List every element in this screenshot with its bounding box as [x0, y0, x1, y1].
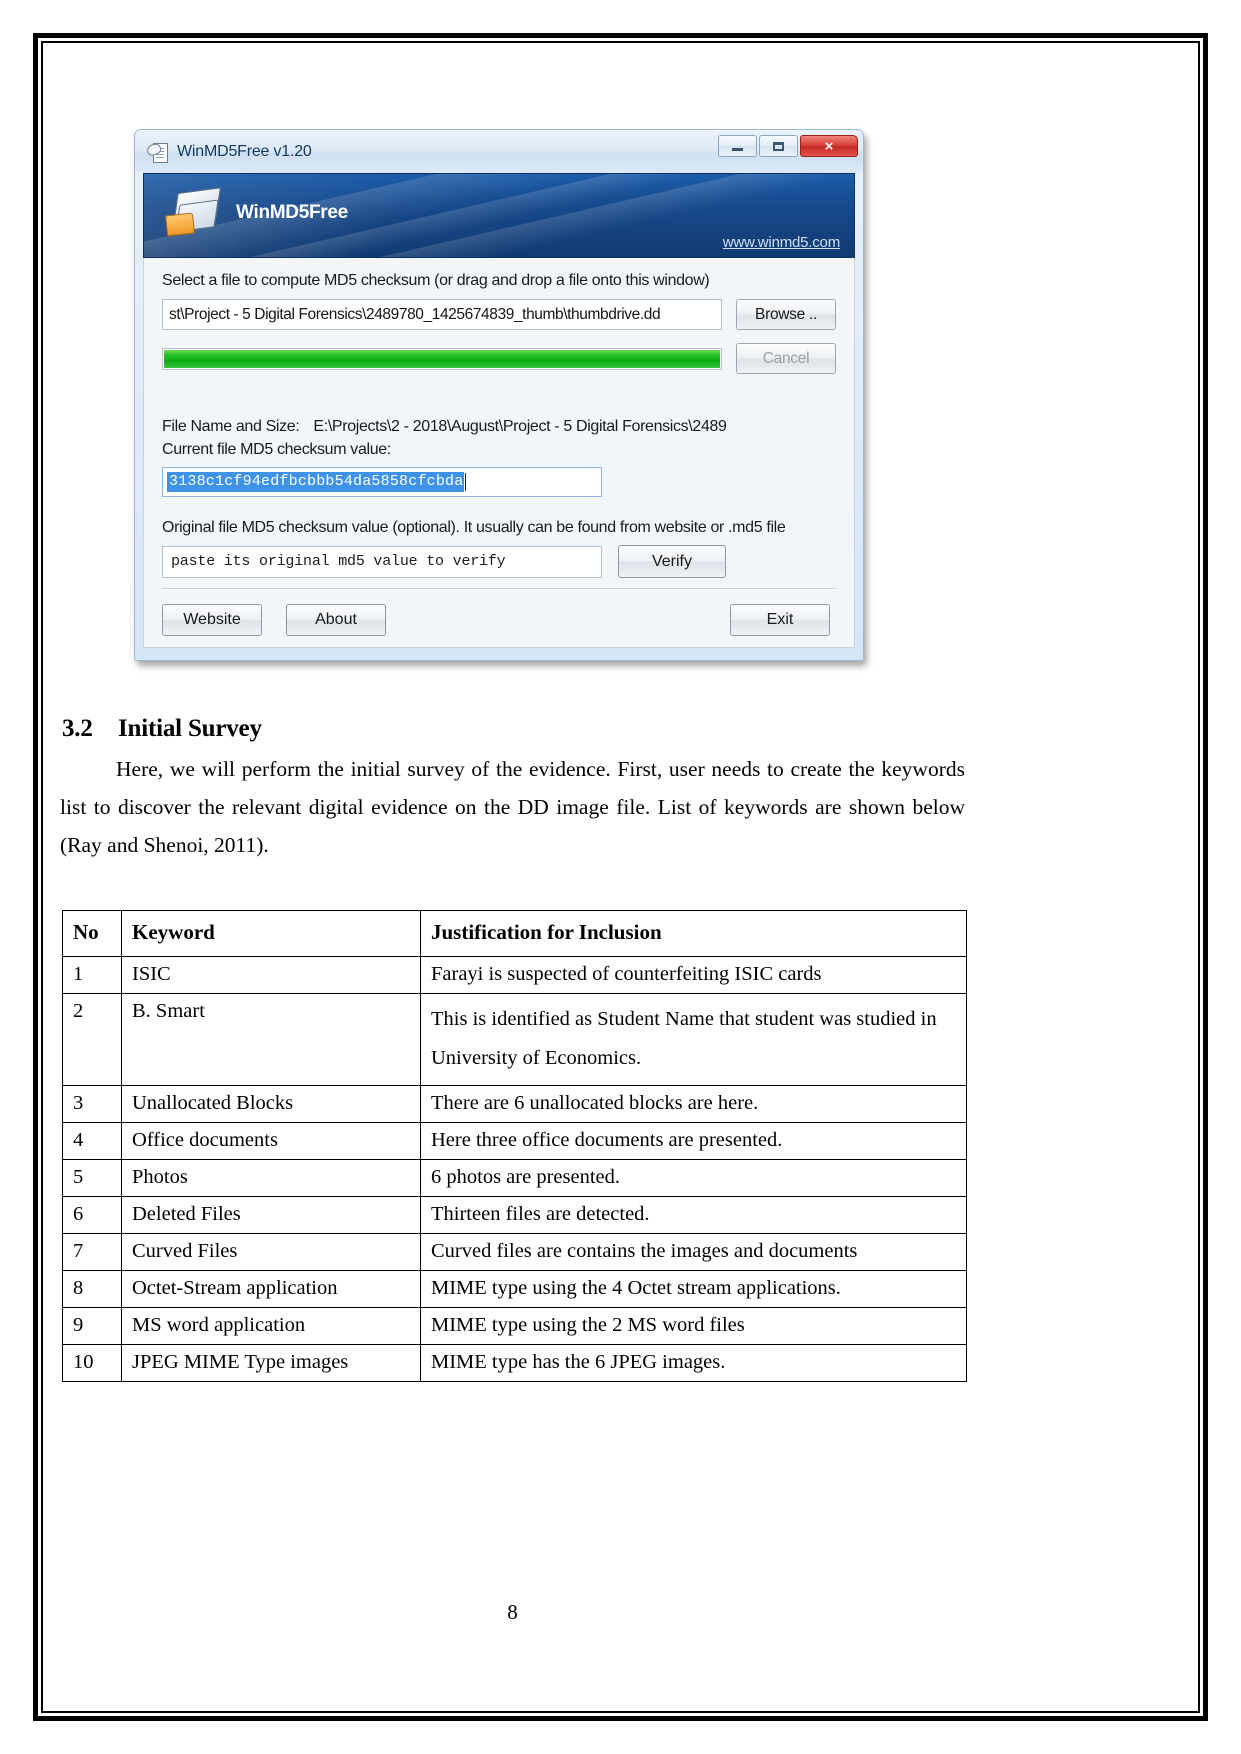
verify-button[interactable]: Verify — [618, 545, 726, 578]
section-number: 3.2 — [62, 715, 93, 742]
table-row: 9 MS word application MIME type using th… — [62, 1307, 967, 1345]
file-info-row: File Name and Size: E:\Projects\2 - 2018… — [162, 418, 836, 436]
table-row: 2 B. Smart This is identified as Student… — [62, 993, 967, 1086]
cell-keyword: MS word application — [121, 1307, 421, 1345]
column-header-keyword: Keyword — [121, 910, 421, 957]
cell-no: 9 — [62, 1307, 122, 1345]
column-header-justification: Justification for Inclusion — [420, 910, 967, 957]
cell-keyword: ISIC — [121, 956, 421, 994]
cell-keyword: B. Smart — [121, 993, 421, 1086]
cell-no: 4 — [62, 1122, 122, 1160]
verify-button-label: Verify — [651, 552, 692, 570]
cell-keyword: Curved Files — [121, 1233, 421, 1271]
maximize-icon[interactable] — [759, 135, 798, 157]
cell-no: 10 — [62, 1344, 122, 1382]
footer-button-row: Website About Exit — [162, 604, 836, 636]
browse-button-label: Browse .. — [755, 305, 817, 323]
close-icon[interactable]: × — [800, 135, 858, 157]
table-row: 8 Octet-Stream application MIME type usi… — [62, 1270, 967, 1308]
progress-row: Cancel — [162, 343, 836, 374]
about-button-label: About — [315, 611, 357, 628]
winmd5free-window: WinMD5Free v1.20 × WinMD5Free www.winmd5… — [134, 129, 864, 661]
about-button[interactable]: About — [286, 604, 386, 636]
select-file-label: Select a file to compute MD5 checksum (o… — [162, 272, 710, 289]
page-number: 8 — [507, 1600, 518, 1624]
app-document-icon — [145, 141, 169, 163]
table-row: 10 JPEG MIME Type images MIME type has t… — [62, 1344, 967, 1382]
cell-justification: Here three office documents are presente… — [420, 1122, 967, 1160]
original-md5-label: Original file MD5 checksum value (option… — [162, 519, 786, 536]
cell-justification: MIME type has the 6 JPEG images. — [420, 1344, 967, 1382]
app-banner: WinMD5Free www.winmd5.com — [143, 173, 855, 258]
text-caret — [465, 473, 467, 491]
cell-no: 8 — [62, 1270, 122, 1308]
cell-no: 2 — [62, 993, 122, 1086]
cell-no: 6 — [62, 1196, 122, 1234]
section-heading: 3.2 Initial Survey — [62, 715, 262, 743]
winmd5-logo-icon — [164, 186, 222, 242]
column-header-no: No — [62, 910, 122, 957]
cell-no: 7 — [62, 1233, 122, 1271]
table-body: 1 ISIC Farayi is suspected of counterfei… — [62, 956, 967, 1382]
cell-keyword: Office documents — [121, 1122, 421, 1160]
table-row: 3 Unallocated Blocks There are 6 unalloc… — [62, 1085, 967, 1123]
cell-justification: There are 6 unallocated blocks are here. — [420, 1085, 967, 1123]
cell-justification: Thirteen files are detected. — [420, 1196, 967, 1234]
page-content: WinMD5Free v1.20 × WinMD5Free www.winmd5… — [60, 60, 1181, 1694]
banner-product-name: WinMD5Free — [236, 202, 348, 223]
file-path-input[interactable]: st\Project - 5 Digital Forensics\2489780… — [162, 299, 722, 330]
cell-no: 5 — [62, 1159, 122, 1197]
progress-bar-track — [162, 347, 722, 370]
window-titlebar: WinMD5Free v1.20 × — [135, 130, 863, 173]
table-row: 7 Curved Files Curved files are contains… — [62, 1233, 967, 1271]
cell-no: 1 — [62, 956, 122, 994]
cell-keyword: Unallocated Blocks — [121, 1085, 421, 1123]
website-button[interactable]: Website — [162, 604, 262, 636]
cell-keyword: Octet-Stream application — [121, 1270, 421, 1308]
current-md5-value: 3138c1cf94edfbcbbb54da5858cfcbda — [167, 472, 465, 492]
current-md5-label: Current file MD5 checksum value: — [162, 441, 391, 458]
section-title: Initial Survey — [118, 715, 262, 742]
table-row: 5 Photos 6 photos are presented. — [62, 1159, 967, 1197]
current-md5-value-field[interactable]: 3138c1cf94edfbcbbb54da5858cfcbda — [162, 467, 602, 497]
file-select-row: st\Project - 5 Digital Forensics\2489780… — [162, 299, 836, 330]
window-controls: × — [718, 135, 858, 157]
verify-row: paste its original md5 value to verify V… — [162, 545, 836, 578]
cell-justification: 6 photos are presented. — [420, 1159, 967, 1197]
window-title: WinMD5Free v1.20 — [177, 142, 312, 160]
cell-justification: MIME type using the 2 MS word files — [420, 1307, 967, 1345]
exit-button-label: Exit — [766, 611, 794, 628]
cell-justification: Curved files are contains the images and… — [420, 1233, 967, 1271]
cell-justification: MIME type using the 4 Octet stream appli… — [420, 1270, 967, 1308]
file-name-size-label: File Name and Size: — [162, 418, 300, 435]
website-button-label: Website — [183, 611, 241, 628]
table-header-row: No Keyword Justification for Inclusion — [62, 910, 967, 957]
cancel-button-label: Cancel — [762, 349, 810, 367]
table-row: 6 Deleted Files Thirteen files are detec… — [62, 1196, 967, 1234]
progress-bar-fill — [164, 349, 720, 368]
file-name-size-value: E:\Projects\2 - 2018\August\Project - 5 … — [313, 418, 727, 435]
footer-divider — [162, 588, 836, 590]
banner-website-link[interactable]: www.winmd5.com — [723, 234, 840, 251]
winmd5free-screenshot-figure: WinMD5Free v1.20 × WinMD5Free www.winmd5… — [134, 129, 864, 667]
original-md5-input[interactable]: paste its original md5 value to verify — [162, 545, 602, 578]
table-row: 4 Office documents Here three office doc… — [62, 1122, 967, 1160]
keywords-table: No Keyword Justification for Inclusion 1… — [62, 910, 967, 1382]
cell-justification: Farayi is suspected of counterfeiting IS… — [420, 956, 967, 994]
cell-keyword: Photos — [121, 1159, 421, 1197]
section-paragraph: Here, we will perform the initial survey… — [60, 757, 965, 857]
minimize-icon[interactable] — [718, 135, 757, 157]
window-body: Select a file to compute MD5 checksum (o… — [143, 258, 855, 648]
cell-keyword: JPEG MIME Type images — [121, 1344, 421, 1382]
cell-no: 3 — [62, 1085, 122, 1123]
cancel-button[interactable]: Cancel — [736, 343, 836, 374]
cell-keyword: Deleted Files — [121, 1196, 421, 1234]
browse-button[interactable]: Browse .. — [736, 299, 836, 330]
exit-button[interactable]: Exit — [730, 604, 830, 636]
cell-justification: This is identified as Student Name that … — [420, 993, 967, 1086]
table-row: 1 ISIC Farayi is suspected of counterfei… — [62, 956, 967, 994]
